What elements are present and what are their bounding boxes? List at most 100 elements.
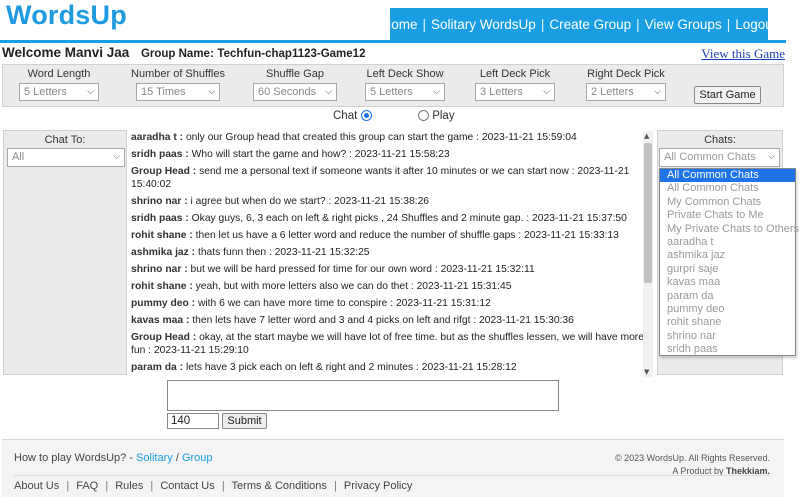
footer-link-separator: | xyxy=(105,480,109,492)
nav-separator: | xyxy=(726,16,731,32)
footer-link-rules[interactable]: Rules xyxy=(115,480,143,492)
chat-message: kavas maa : then lets have 7 letter word… xyxy=(131,314,645,327)
chat-to-title: Chat To: xyxy=(44,134,86,146)
chat-to-select[interactable]: All ⌵ xyxy=(7,148,125,167)
message-author: sridh paas : xyxy=(131,149,189,160)
chats-dropdown-option[interactable]: shrino nar xyxy=(660,330,795,343)
chats-dropdown-option[interactable]: My Private Chats to Others xyxy=(660,223,799,236)
message-author: Group Head : xyxy=(131,166,197,177)
message-author: sridh paas : xyxy=(131,213,189,224)
footer-link-terms[interactable]: Terms & Conditions xyxy=(232,480,327,492)
footer-links: About Us | FAQ | Rules | Contact Us | Te… xyxy=(14,480,412,492)
play-radio[interactable] xyxy=(418,110,429,121)
shuffles-setting: Number of Shuffles 15 Times ⌵ xyxy=(129,68,227,101)
left-deck-show-label: Left Deck Show xyxy=(366,68,444,80)
nav-home[interactable]: Home xyxy=(382,17,418,32)
group-rules-link[interactable]: Group xyxy=(182,452,213,464)
shuffles-select[interactable]: 15 Times ⌵ xyxy=(136,83,220,101)
welcome-bar: Welcome Manvi Jaa Group Name: Techfun-ch… xyxy=(2,45,365,60)
chats-title: Chats: xyxy=(704,134,736,146)
shuffles-value: 15 Times xyxy=(141,86,186,98)
chat-message: rohit shane : then let us have a 6 lette… xyxy=(131,229,645,242)
play-mode-option[interactable]: Play xyxy=(418,110,455,122)
footer-link-contact[interactable]: Contact Us xyxy=(160,480,214,492)
chats-dropdown-option[interactable]: pummy deo xyxy=(660,303,795,316)
chat-message: sridh paas : Who will start the game and… xyxy=(131,148,645,161)
right-deck-pick-setting: Right Deck Pick 2 Letters ⌵ xyxy=(583,68,669,101)
left-deck-pick-setting: Left Deck Pick 3 Letters ⌵ xyxy=(473,68,557,101)
left-deck-show-setting: Left Deck Show 5 Letters ⌵ xyxy=(363,68,447,101)
chevron-down-icon: ⌵ xyxy=(87,86,94,96)
word-length-label: Word Length xyxy=(27,68,91,80)
shuffles-label: Number of Shuffles xyxy=(131,68,225,80)
message-author: rohit shane : xyxy=(131,281,193,292)
scroll-down-icon[interactable]: ▼ xyxy=(644,368,649,376)
chats-dropdown-option[interactable]: All Common Chats xyxy=(660,182,795,195)
message-author: aaradha t : xyxy=(131,132,184,143)
chat-mode-option[interactable]: Chat xyxy=(333,110,372,122)
chat-to-panel: Chat To: All ⌵ xyxy=(3,130,127,375)
message-text: send me a personal text if someone wants… xyxy=(131,166,630,190)
chats-dropdown-option[interactable]: gurpri saje xyxy=(660,263,795,276)
message-author: kavas maa : xyxy=(131,315,190,326)
chevron-down-icon: ⌵ xyxy=(208,86,215,96)
submit-button[interactable]: Submit xyxy=(222,413,267,429)
chat-to-value: All xyxy=(12,151,25,163)
view-game-link[interactable]: View this Game xyxy=(701,46,785,62)
left-deck-show-select[interactable]: 5 Letters ⌵ xyxy=(365,83,445,101)
scroll-up-icon[interactable]: ▲ xyxy=(644,132,649,140)
word-length-select[interactable]: 5 Letters ⌵ xyxy=(19,83,99,101)
wordsup-logo[interactable]: WordsUp xyxy=(6,0,127,31)
chats-select[interactable]: All Common Chats ⌵ xyxy=(659,148,780,167)
left-deck-pick-select[interactable]: 3 Letters ⌵ xyxy=(475,83,555,101)
how-to-separator: / xyxy=(175,452,179,464)
message-text: then let us have a 6 letter word and red… xyxy=(192,230,619,241)
message-text: lets have 3 pick each on left & right an… xyxy=(183,362,517,373)
message-text: then lets have 7 letter word and 3 and 4… xyxy=(189,315,574,326)
nav-view-groups[interactable]: View Groups xyxy=(645,17,722,32)
copyright-text: © 2023 WordsUp. All Rights Reserved. xyxy=(614,453,770,463)
chats-dropdown-option[interactable]: param da xyxy=(660,290,795,303)
nav-create-group[interactable]: Create Group xyxy=(549,17,631,32)
message-text: but we will be hard pressed for time for… xyxy=(187,264,535,275)
message-text: i agree but when do we start? : 2023-11-… xyxy=(187,196,430,207)
start-game-button[interactable]: Start Game xyxy=(694,86,761,104)
nav-separator: | xyxy=(636,16,640,32)
how-to-play: How to play WordsUp? - Solitary / Group xyxy=(14,452,213,464)
scrollbar-thumb[interactable] xyxy=(644,143,652,283)
nav-solitary-wordsup[interactable]: Solitary WordsUp xyxy=(431,17,536,32)
message-author: Group Head : xyxy=(131,332,197,343)
chats-dropdown-option[interactable]: My Common Chats xyxy=(660,196,795,209)
footer-link-about[interactable]: About Us xyxy=(14,480,59,492)
solitary-rules-link[interactable]: Solitary xyxy=(136,452,173,464)
chats-dropdown-option[interactable]: All Common Chats xyxy=(660,169,795,183)
chats-dropdown-option[interactable]: ashmika jaz xyxy=(660,249,795,262)
word-length-value: 5 Letters xyxy=(24,86,67,98)
chats-dropdown-option[interactable]: aaradha t xyxy=(660,236,795,249)
chats-select-value: All Common Chats xyxy=(664,151,756,163)
char-count-field[interactable]: 140 xyxy=(167,413,219,429)
chats-dropdown-option[interactable]: kavas maa xyxy=(660,276,795,289)
shuffle-gap-select[interactable]: 60 Seconds ⌵ xyxy=(253,83,337,101)
footer-link-privacy[interactable]: Privacy Policy xyxy=(344,480,412,492)
message-text: thats funn then : 2023-11-21 15:32:25 xyxy=(195,247,370,258)
left-deck-show-value: 5 Letters xyxy=(370,86,413,98)
message-text: only our Group head that created this gr… xyxy=(183,132,577,143)
message-input[interactable] xyxy=(167,380,559,411)
chat-radio[interactable] xyxy=(360,110,372,121)
right-deck-pick-select[interactable]: 2 Letters ⌵ xyxy=(586,83,666,101)
message-list: aaradha t : only our Group head that cre… xyxy=(131,131,645,377)
message-author: pummy deo : xyxy=(131,298,196,309)
nav-logout[interactable]: Logout xyxy=(735,17,776,32)
nav-separator: | xyxy=(540,16,545,32)
group-name-label: Group Name: xyxy=(140,48,214,60)
message-author: shrino nar : xyxy=(131,196,188,207)
chats-dropdown-option[interactable]: Private Chats to Me xyxy=(660,209,795,222)
welcome-text: Welcome Manvi Jaa xyxy=(2,45,130,60)
message-text: Who will start the game and how? : 2023-… xyxy=(188,149,450,160)
chats-dropdown-option[interactable]: sridh paas xyxy=(660,343,795,356)
footer-link-faq[interactable]: FAQ xyxy=(76,480,98,492)
chat-scrollbar[interactable]: ▲ ▼ xyxy=(643,131,653,377)
footer-inner-divider xyxy=(14,475,770,476)
chats-dropdown-option[interactable]: rohit shane xyxy=(660,316,795,329)
